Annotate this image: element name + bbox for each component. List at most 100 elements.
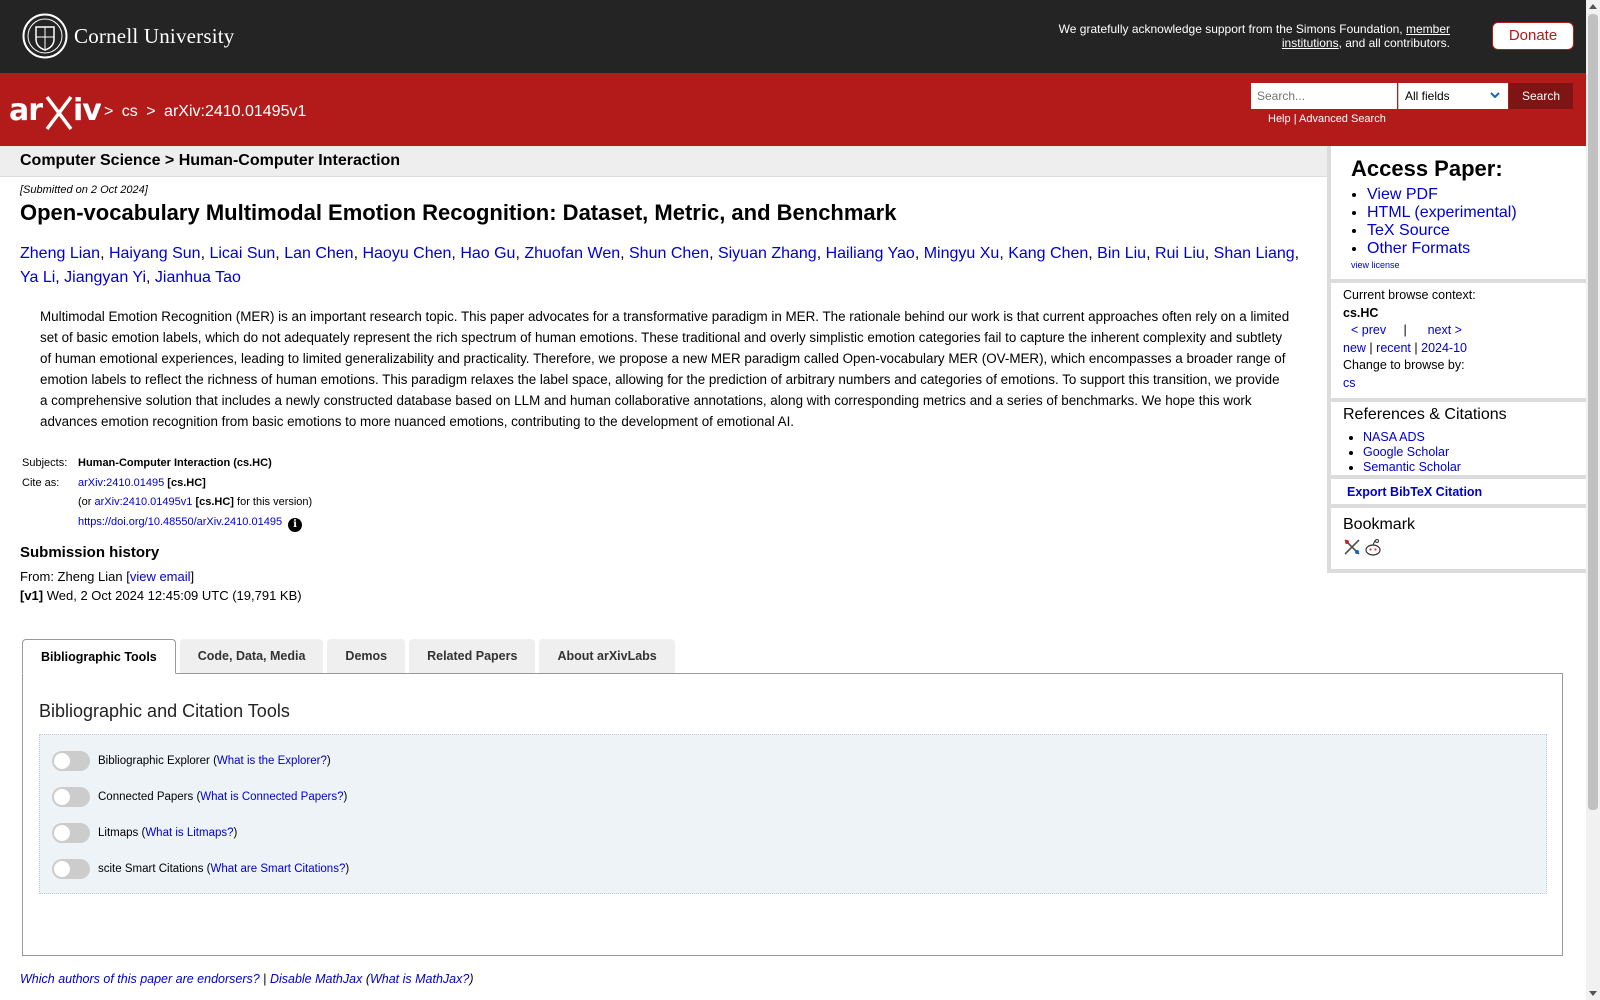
html-link[interactable]: HTML (experimental) bbox=[1367, 204, 1517, 221]
search-field-select[interactable]: All fields bbox=[1398, 83, 1508, 109]
month-link[interactable]: 2024-10 bbox=[1421, 341, 1467, 355]
nav-separator: | bbox=[1414, 340, 1418, 355]
tab-about-arxivlabs[interactable]: About arXivLabs bbox=[539, 639, 675, 673]
toggle-switch[interactable] bbox=[52, 859, 90, 879]
tool-label: Bibliographic Explorer bbox=[98, 755, 210, 767]
bibsonomy-icon[interactable] bbox=[1343, 538, 1361, 556]
breadcrumb-separator: > bbox=[104, 103, 114, 120]
donate-button[interactable]: Donate bbox=[1492, 22, 1574, 50]
author-link[interactable]: Lan Chen bbox=[284, 245, 353, 262]
tab-demos[interactable]: Demos bbox=[327, 639, 406, 673]
subjects-label: Subjects: bbox=[22, 457, 68, 469]
author-link[interactable]: Shun Chen bbox=[629, 245, 709, 262]
browse-nav: < prev | next > bbox=[1343, 322, 1586, 340]
paper-title: Open-vocabulary Multimodal Emotion Recog… bbox=[20, 200, 897, 225]
tex-source-link[interactable]: TeX Source bbox=[1367, 222, 1450, 239]
recent-link[interactable]: recent bbox=[1376, 341, 1411, 355]
author-link[interactable]: Jianhua Tao bbox=[155, 269, 241, 286]
author-link[interactable]: Mingyu Xu bbox=[924, 245, 1000, 262]
access-paper-heading: Access Paper: bbox=[1351, 156, 1503, 181]
view-email-link[interactable]: view email bbox=[130, 569, 191, 584]
reddit-icon[interactable] bbox=[1363, 538, 1383, 558]
from-prefix: From: Zheng Lian [ bbox=[20, 569, 130, 584]
prev-link[interactable]: < prev bbox=[1351, 323, 1386, 337]
tab-bibliographic-tools[interactable]: Bibliographic Tools bbox=[22, 639, 176, 674]
other-formats-link[interactable]: Other Formats bbox=[1367, 240, 1470, 257]
tool-label: Connected Papers bbox=[98, 791, 194, 803]
endorsers-link[interactable]: Which authors of this paper are endorser… bbox=[20, 972, 260, 986]
view-pdf-link[interactable]: View PDF bbox=[1367, 186, 1438, 203]
cornell-seal-icon bbox=[22, 13, 68, 59]
author-link[interactable]: Haiyang Sun bbox=[109, 245, 201, 262]
abstract: Multimodal Emotion Recognition (MER) is … bbox=[40, 309, 1290, 429]
info-icon[interactable]: i bbox=[288, 517, 303, 532]
google-scholar-link[interactable]: Google Scholar bbox=[1363, 445, 1449, 459]
author-link[interactable]: Hailiang Yao bbox=[826, 245, 915, 262]
search-button[interactable]: Search bbox=[1509, 83, 1573, 109]
tool-help-link[interactable]: What is the Explorer? bbox=[217, 755, 327, 767]
metadata-table: Subjects: Human-Computer Interaction (cs… bbox=[20, 454, 314, 532]
svg-text:ar: ar bbox=[9, 93, 43, 128]
help-link[interactable]: Help bbox=[1268, 113, 1291, 125]
export-box: Export BibTeX Citation bbox=[1327, 479, 1586, 508]
tool-help-link[interactable]: What is Connected Papers? bbox=[200, 791, 343, 803]
footer-links: Which authors of this paper are endorser… bbox=[20, 972, 474, 986]
tool-help-link[interactable]: What is Litmaps? bbox=[145, 827, 233, 839]
author-link[interactable]: Hao Gu bbox=[460, 245, 515, 262]
new-link[interactable]: new bbox=[1343, 341, 1366, 355]
scroll-thumb[interactable] bbox=[1588, 14, 1598, 810]
search-field-selected: All fields bbox=[1405, 89, 1450, 103]
toggle-knob bbox=[54, 861, 70, 877]
author-list: Zheng Lian, Haiyang Sun, Licai Sun, Lan … bbox=[20, 245, 1300, 286]
scroll-down-icon[interactable] bbox=[1589, 991, 1597, 996]
author-link[interactable]: Licai Sun bbox=[209, 245, 275, 262]
cornell-logo[interactable]: Cornell University bbox=[22, 13, 235, 59]
subject-heading: Computer Science > Human-Computer Intera… bbox=[20, 152, 401, 169]
author-link[interactable]: Siyuan Zhang bbox=[718, 245, 817, 262]
toggle-switch[interactable] bbox=[52, 787, 90, 807]
what-mathjax-link[interactable]: What is MathJax? bbox=[370, 972, 469, 986]
tab-related-papers[interactable]: Related Papers bbox=[409, 639, 536, 673]
cite-v1-suffix: for this version) bbox=[237, 496, 313, 508]
nav-separator: | bbox=[1403, 323, 1407, 337]
author-link[interactable]: Kang Chen bbox=[1008, 245, 1088, 262]
submitted-date: [Submitted on 2 Oct 2024] bbox=[20, 184, 148, 196]
disable-mathjax-link[interactable]: Disable MathJax bbox=[270, 972, 362, 986]
author-link[interactable]: Ya Li bbox=[20, 269, 55, 286]
toggle-switch[interactable] bbox=[52, 751, 90, 771]
bookmark-icons bbox=[1343, 538, 1586, 558]
doi-link[interactable]: https://doi.org/10.48550/arXiv.2410.0149… bbox=[78, 516, 282, 528]
semantic-scholar-link[interactable]: Semantic Scholar bbox=[1363, 460, 1461, 474]
next-link[interactable]: next > bbox=[1428, 323, 1462, 337]
tools-list: Bibliographic Explorer (What is the Expl… bbox=[39, 734, 1547, 894]
help-links: Help | Advanced Search bbox=[1268, 113, 1386, 125]
author-link[interactable]: Zhuofan Wen bbox=[524, 245, 620, 262]
arxiv-logo-icon[interactable]: ar iv bbox=[9, 91, 101, 131]
author-link[interactable]: Rui Liu bbox=[1155, 245, 1205, 262]
tool-connected-papers: Connected Papers (What is Connected Pape… bbox=[52, 787, 347, 807]
access-links: View PDF HTML (experimental) TeX Source … bbox=[1351, 186, 1586, 258]
search-input[interactable] bbox=[1251, 83, 1397, 109]
view-license-link[interactable]: view license bbox=[1351, 260, 1586, 270]
browse-cs-link[interactable]: cs bbox=[1343, 376, 1356, 390]
author-link[interactable]: Haoyu Chen bbox=[362, 245, 451, 262]
cite-tag: [cs.HC] bbox=[167, 476, 206, 489]
author-link[interactable]: Bin Liu bbox=[1097, 245, 1146, 262]
export-bibtex-link[interactable]: Export BibTeX Citation bbox=[1347, 485, 1482, 499]
tool-help-link[interactable]: What are Smart Citations? bbox=[210, 863, 345, 875]
cite-v1-link[interactable]: arXiv:2410.01495v1 bbox=[95, 496, 193, 508]
right-sidebar: Access Paper: View PDF HTML (experimenta… bbox=[1327, 146, 1586, 573]
breadcrumb-cs-link[interactable]: cs bbox=[122, 103, 138, 120]
change-browse-label: Change to browse by: bbox=[1343, 358, 1465, 372]
nasa-ads-link[interactable]: NASA ADS bbox=[1363, 430, 1425, 444]
page-scrollbar[interactable] bbox=[1586, 0, 1600, 1000]
author-link[interactable]: Zheng Lian bbox=[20, 245, 100, 262]
tab-code-data-media[interactable]: Code, Data, Media bbox=[179, 639, 324, 673]
scroll-up-icon[interactable] bbox=[1589, 4, 1597, 9]
cite-link[interactable]: arXiv:2410.01495 bbox=[78, 477, 164, 489]
advanced-search-link[interactable]: Advanced Search bbox=[1299, 113, 1386, 125]
cite-or: (or bbox=[78, 496, 92, 508]
author-link[interactable]: Shan Liang bbox=[1214, 245, 1295, 262]
toggle-switch[interactable] bbox=[52, 823, 90, 843]
author-link[interactable]: Jiangyan Yi bbox=[64, 269, 146, 286]
